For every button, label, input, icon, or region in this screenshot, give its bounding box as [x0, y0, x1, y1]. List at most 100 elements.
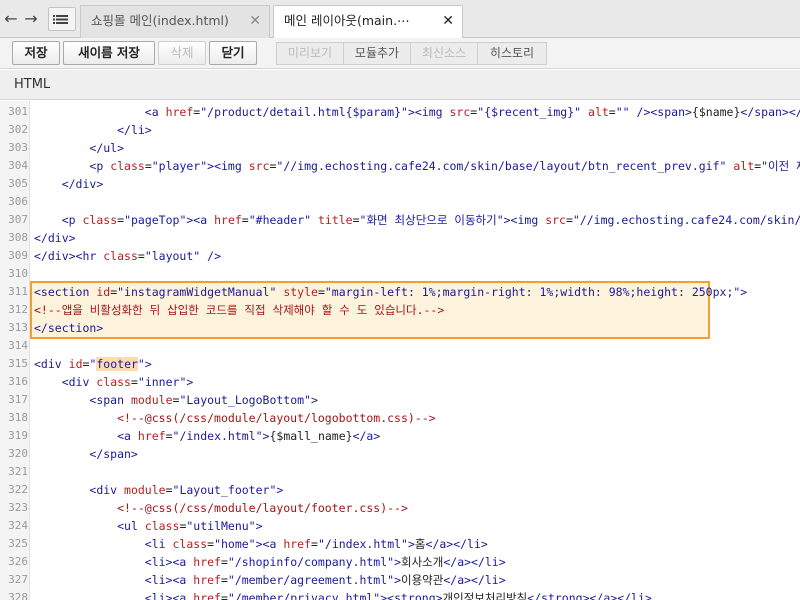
line-number: 315 [8, 357, 28, 370]
preview-button[interactable]: 미리보기 [276, 42, 344, 65]
line-number: 309 [8, 249, 28, 262]
tab-main-layout[interactable]: 메인 레이아웃(main.⋯ ✕ [273, 5, 463, 39]
line-number: 320 [8, 447, 28, 460]
toolbar: 저장 새이름 저장 삭제 닫기 미리보기 모듈추가 최신소스 히스토리 [0, 38, 800, 69]
code-line[interactable]: 325 <li class="home"><a href="/index.htm… [0, 535, 800, 553]
code-line[interactable]: 318 <!--@css(/css/module/layout/logobott… [0, 409, 800, 427]
code-line[interactable]: 315 <div id="footer"> [0, 355, 800, 373]
code-text: <li class="home"><a href="/index.html">홈… [144, 537, 488, 551]
save-button[interactable]: 저장 [12, 41, 60, 65]
code-line[interactable]: 313 </section> [0, 319, 800, 337]
code-text: <li><a href="/member/privacy.html"><stro… [144, 591, 652, 600]
delete-button[interactable]: 삭제 [158, 41, 206, 65]
code-line[interactable]: 306 [0, 193, 800, 211]
code-line[interactable]: 316 <div class="inner"> [0, 373, 800, 391]
code-text: </div> [61, 177, 104, 191]
tab-bar: ← → 쇼핑몰 메인(index.html) ✕ 메인 레이아웃(main.⋯ … [0, 0, 800, 39]
code-text: <div module="Layout_footer"> [89, 483, 284, 497]
code-text: <p class="pageTop"><a href="#header" tit… [61, 213, 800, 227]
line-number: 313 [8, 321, 28, 334]
forward-arrow-icon[interactable]: → [22, 9, 40, 29]
line-number: 308 [8, 231, 28, 244]
code-line[interactable]: 328 <li><a href="/member/privacy.html"><… [0, 589, 800, 600]
code-text: <li><a href="/shopinfo/company.html">회사소… [144, 555, 506, 569]
line-number: 323 [8, 501, 28, 514]
code-line[interactable]: 302 </li> [0, 121, 800, 139]
history-button[interactable]: 히스토리 [477, 42, 547, 65]
code-text: </section> [34, 321, 104, 335]
code-text: <div id="footer"> [34, 357, 152, 371]
code-line[interactable]: 310 [0, 265, 800, 283]
code-text: <ul class="utilMenu"> [117, 519, 263, 533]
code-line[interactable]: 309 </div><hr class="layout" /> [0, 247, 800, 265]
code-text: <p class="player"><img src="//img.echost… [89, 159, 800, 173]
tab-label: 메인 레이아웃(main.⋯ [284, 13, 410, 28]
line-number: 310 [8, 267, 28, 280]
line-number: 302 [8, 123, 28, 136]
code-text: </li> [117, 123, 152, 137]
line-number: 311 [8, 285, 28, 298]
code-text: </ul> [89, 141, 125, 155]
line-number: 303 [8, 141, 28, 154]
close-button[interactable]: 닫기 [209, 41, 257, 65]
code-line[interactable]: 324 <ul class="utilMenu"> [0, 517, 800, 535]
line-number: 316 [8, 375, 28, 388]
tab-label: 쇼핑몰 메인(index.html) [91, 13, 229, 28]
line-number: 327 [8, 573, 28, 586]
code-line[interactable]: 321 [0, 463, 800, 481]
code-line[interactable]: 307 <p class="pageTop"><a href="#header"… [0, 211, 800, 229]
file-list-icon[interactable] [48, 7, 76, 31]
code-text: <a href="/product/detail.html{$param}"><… [144, 105, 800, 119]
code-line[interactable]: 326 <li><a href="/shopinfo/company.html"… [0, 553, 800, 571]
line-number: 321 [8, 465, 28, 478]
close-icon[interactable]: ✕ [442, 6, 454, 36]
code-text: <a href="/index.html">{$mall_name}</a> [117, 429, 381, 443]
code-line[interactable]: 319 <a href="/index.html">{$mall_name}</… [0, 427, 800, 445]
tab-shop-main[interactable]: 쇼핑몰 메인(index.html) ✕ [80, 5, 270, 38]
code-line[interactable]: 301 <a href="/product/detail.html{$param… [0, 103, 800, 121]
code-line[interactable]: 312 <!--앱을 비활성화한 뒤 삽입한 코드를 직접 삭제해야 할 수 도 … [0, 301, 800, 319]
code-text: </div> [34, 231, 76, 245]
save-as-button[interactable]: 새이름 저장 [63, 41, 155, 65]
back-arrow-icon[interactable]: ← [2, 9, 20, 29]
list-bars [56, 15, 68, 24]
code-text: <div class="inner"> [61, 375, 194, 389]
line-number: 312 [8, 303, 28, 316]
code-text: </div><hr class="layout" /> [34, 249, 221, 263]
close-icon[interactable]: ✕ [249, 6, 261, 36]
code-text: <!--@css(/css/module/layout/logobottom.c… [117, 411, 436, 425]
line-number: 301 [8, 105, 28, 118]
code-line[interactable]: 304 <p class="player"><img src="//img.ec… [0, 157, 800, 175]
code-line[interactable]: 327 <li><a href="/member/agreement.html"… [0, 571, 800, 589]
code-text: </span> [89, 447, 138, 461]
line-number: 317 [8, 393, 28, 406]
section-title: HTML [0, 70, 800, 100]
code-line[interactable]: 323 <!--@css(/css/module/layout/footer.c… [0, 499, 800, 517]
line-number: 304 [8, 159, 28, 172]
latest-source-button[interactable]: 최신소스 [410, 42, 478, 65]
code-line[interactable]: 322 <div module="Layout_footer"> [0, 481, 800, 499]
line-number: 306 [8, 195, 28, 208]
code-editor[interactable]: 301 <a href="/product/detail.html{$param… [0, 101, 800, 600]
line-number: 328 [8, 591, 28, 600]
line-number: 326 [8, 555, 28, 568]
code-text: <section id="instagramWidgetManual" styl… [34, 285, 748, 299]
line-number: 324 [8, 519, 28, 532]
code-line[interactable]: 308 </div> [0, 229, 800, 247]
line-number: 325 [8, 537, 28, 550]
line-number: 322 [8, 483, 28, 496]
line-number: 307 [8, 213, 28, 226]
code-line[interactable]: 303 </ul> [0, 139, 800, 157]
code-line[interactable]: 311 <section id="instagramWidgetManual" s… [0, 283, 800, 301]
code-line[interactable]: 314 [0, 337, 800, 355]
code-line[interactable]: 305 </div> [0, 175, 800, 193]
line-number: 319 [8, 429, 28, 442]
code-line[interactable]: 320 </span> [0, 445, 800, 463]
code-text: <!--앱을 비활성화한 뒤 삽입한 코드를 직접 삭제해야 할 수 도 있습니… [34, 303, 445, 317]
add-module-button[interactable]: 모듈추가 [343, 42, 411, 65]
line-number: 305 [8, 177, 28, 190]
line-number: 318 [8, 411, 28, 424]
code-text: <!--@css(/css/module/layout/footer.css)-… [117, 501, 408, 515]
list-dots [53, 15, 55, 24]
code-line[interactable]: 317 <span module="Layout_LogoBottom"> [0, 391, 800, 409]
